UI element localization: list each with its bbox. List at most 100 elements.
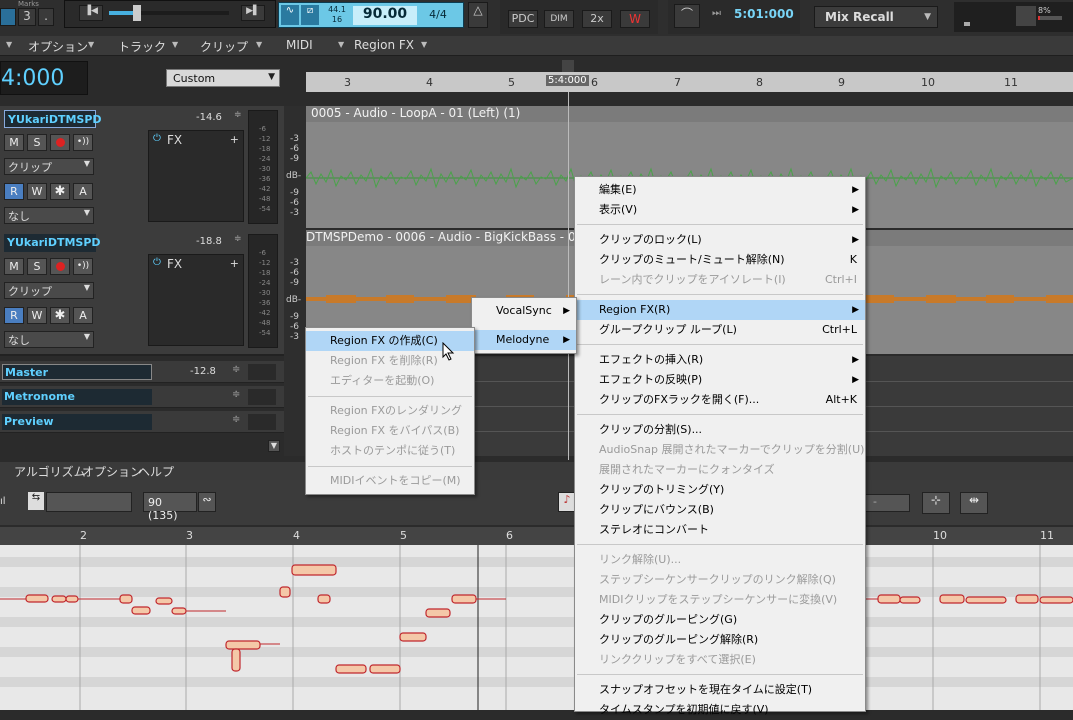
write-automation-button[interactable]: W: [27, 307, 47, 324]
context-menu-item[interactable]: リンククリップをすべて選択(E): [575, 650, 865, 670]
track-2-input-dropdown[interactable]: なし ▼: [4, 331, 94, 348]
bus-preview[interactable]: Preview ≑: [0, 411, 284, 433]
context-menu-item[interactable]: クリップのグルーピング解除(R): [575, 630, 865, 650]
timeline-ruler[interactable]: 3 4 5 6 7 8 9 10 11 5:4:000: [306, 60, 1073, 92]
loop-icon[interactable]: ⌒: [674, 4, 700, 28]
chevron-down-icon[interactable]: ▼: [6, 40, 12, 49]
menu-item-bypass-region-fx[interactable]: Region FX をバイパス(B): [306, 421, 474, 441]
editor-field[interactable]: [46, 492, 132, 512]
track-2-name[interactable]: YUkariDTMSPD: [4, 234, 101, 252]
volume-stepper-icon[interactable]: ≑: [232, 414, 240, 425]
menu-item-follow-host-tempo[interactable]: ホストのテンポに従う(T): [306, 441, 474, 461]
mute-button[interactable]: M: [4, 258, 24, 275]
read-automation-button[interactable]: R: [4, 307, 24, 324]
mix-recall-dropdown[interactable]: Mix Recall ▼: [814, 6, 938, 28]
menu-item-vocalsync[interactable]: VocalSync ▶: [472, 301, 576, 321]
bus-master-name[interactable]: Master: [2, 364, 152, 380]
menu-item-melodyne[interactable]: Melodyne ▶: [472, 330, 576, 350]
power-icon[interactable]: ⏻: [153, 257, 161, 268]
now-marker-handle[interactable]: [562, 60, 574, 72]
automation-button[interactable]: A: [73, 183, 93, 200]
context-menu-item[interactable]: クリップのミュート/ミュート解除(N) K: [575, 250, 865, 270]
menu-midi[interactable]: MIDI: [286, 38, 313, 52]
automation-write-icon[interactable]: W: [620, 10, 650, 28]
waveform-icon[interactable]: ∿: [281, 5, 299, 25]
volume-stepper-icon[interactable]: ≑: [234, 110, 242, 120]
volume-stepper-icon[interactable]: ≑: [232, 389, 240, 400]
read-automation-button[interactable]: R: [4, 183, 24, 200]
editor-ruler[interactable]: 2 3 4 5 6 10 11: [0, 527, 1073, 545]
bus-master-volume[interactable]: -12.8: [190, 366, 216, 377]
forward-button[interactable]: ▶▌: [241, 5, 265, 21]
metronome-icon[interactable]: △: [468, 2, 488, 28]
view-preset-dropdown[interactable]: Custom ▼: [166, 69, 280, 87]
context-menu-item[interactable]: ステレオにコンバート: [575, 520, 865, 540]
context-menu-item[interactable]: タイムスタンプを初期値に戻す(V): [575, 700, 865, 720]
context-menu-item[interactable]: MIDIクリップをステップシーケンサーに変換(V): [575, 590, 865, 610]
track-1-input-dropdown[interactable]: なし ▼: [4, 207, 94, 224]
bus-metronome-name[interactable]: Metronome: [2, 389, 152, 405]
context-menu-item[interactable]: レーン内でクリップをアイソレート(I) Ctrl+I: [575, 270, 865, 290]
menu-algorithm[interactable]: アルゴリズム: [14, 463, 86, 480]
menu-item-launch-editor[interactable]: エディターを起動(O): [306, 371, 474, 391]
rewind-button[interactable]: ▐◀: [79, 5, 103, 21]
position-slider[interactable]: [109, 5, 229, 21]
context-menu-item[interactable]: クリップのトリミング(Y): [575, 480, 865, 500]
context-menu-item[interactable]: 展開されたマーカーにクォンタイズ: [575, 460, 865, 480]
menu-help[interactable]: ヘルプ: [138, 463, 174, 480]
bus-metronome[interactable]: Metronome ≑: [0, 386, 284, 408]
menu-region-fx[interactable]: Region FX: [354, 38, 414, 52]
melodyne-note-editor[interactable]: [0, 545, 1073, 710]
editor-value-field[interactable]: -: [864, 494, 910, 512]
mute-button[interactable]: M: [4, 134, 24, 151]
automation-button[interactable]: A: [73, 307, 93, 324]
volume-stepper-icon[interactable]: ≑: [234, 234, 242, 244]
context-menu-item[interactable]: グループクリップ ループ(L) Ctrl+L: [575, 320, 865, 340]
track-2-mode-dropdown[interactable]: クリップ ▼: [4, 282, 94, 299]
chevron-down-icon[interactable]: ▼: [421, 40, 427, 49]
add-fx-icon[interactable]: +: [230, 257, 239, 270]
track-1-mode-dropdown[interactable]: クリップ ▼: [4, 158, 94, 175]
punch-icon[interactable]: ⏭: [712, 8, 724, 19]
track-2-volume[interactable]: -18.8: [196, 236, 222, 247]
meter-value[interactable]: 4/4: [423, 8, 453, 21]
menu-options[interactable]: オプション: [28, 38, 88, 55]
context-menu-item[interactable]: クリップのFXラックを開く(F)... Alt+K: [575, 390, 865, 410]
context-menu-item[interactable]: 編集(E) ▶: [575, 180, 865, 200]
marks-value[interactable]: 3: [18, 8, 36, 26]
bus-master[interactable]: Master -12.8 ≑: [0, 361, 284, 383]
context-menu-item[interactable]: クリップにバウンス(B): [575, 500, 865, 520]
chevron-down-icon[interactable]: ▼: [172, 40, 178, 49]
track-1-volume[interactable]: -14.6: [196, 112, 222, 123]
bars-icon[interactable]: ıl: [0, 496, 6, 507]
menu-track[interactable]: トラック: [118, 38, 166, 55]
snap-icon[interactable]: ⧄: [301, 5, 319, 25]
context-menu-item[interactable]: エフェクトの挿入(R) ▶: [575, 350, 865, 370]
snap-grid-icon[interactable]: ⊹: [922, 492, 950, 514]
context-menu-item[interactable]: クリップの分割(S)...: [575, 420, 865, 440]
power-icon[interactable]: ⏻: [153, 133, 161, 144]
write-automation-button[interactable]: W: [27, 183, 47, 200]
chevron-down-icon[interactable]: ▼: [88, 40, 94, 49]
context-menu-item[interactable]: エフェクトの反映(P) ▶: [575, 370, 865, 390]
zoom-icon[interactable]: ⇹: [960, 492, 988, 514]
volume-stepper-icon[interactable]: ≑: [232, 364, 240, 375]
menu-item-render-region-fx[interactable]: Region FXのレンダリング: [306, 401, 474, 421]
context-menu-item[interactable]: AudioSnap 展開されたマーカーでクリップを分割(U): [575, 440, 865, 460]
tempo-sync-icon[interactable]: ⇆: [28, 492, 44, 510]
context-menu-item[interactable]: Region FX(R) ▶: [575, 300, 865, 320]
record-arm-button[interactable]: [50, 258, 70, 275]
menu-editor-options[interactable]: オプション: [82, 463, 142, 480]
menu-item-copy-midi-events[interactable]: MIDIイベントをコピー(M): [306, 471, 474, 491]
freeze-icon[interactable]: ✱: [50, 183, 70, 200]
bus-preview-name[interactable]: Preview: [2, 414, 152, 430]
record-arm-button[interactable]: [50, 134, 70, 151]
context-menu-item[interactable]: クリップのロック(L) ▶: [575, 230, 865, 250]
position-slider-handle[interactable]: [133, 5, 141, 21]
speed-button[interactable]: 2x: [582, 10, 612, 28]
track-1-fx-bin[interactable]: ⏻ FX +: [148, 130, 244, 222]
pdc-button[interactable]: PDC: [508, 10, 538, 28]
solo-button[interactable]: S: [27, 134, 47, 151]
tempo-field[interactable]: 90 (135): [143, 492, 197, 522]
now-time-box[interactable]: 4:000: [0, 61, 88, 95]
